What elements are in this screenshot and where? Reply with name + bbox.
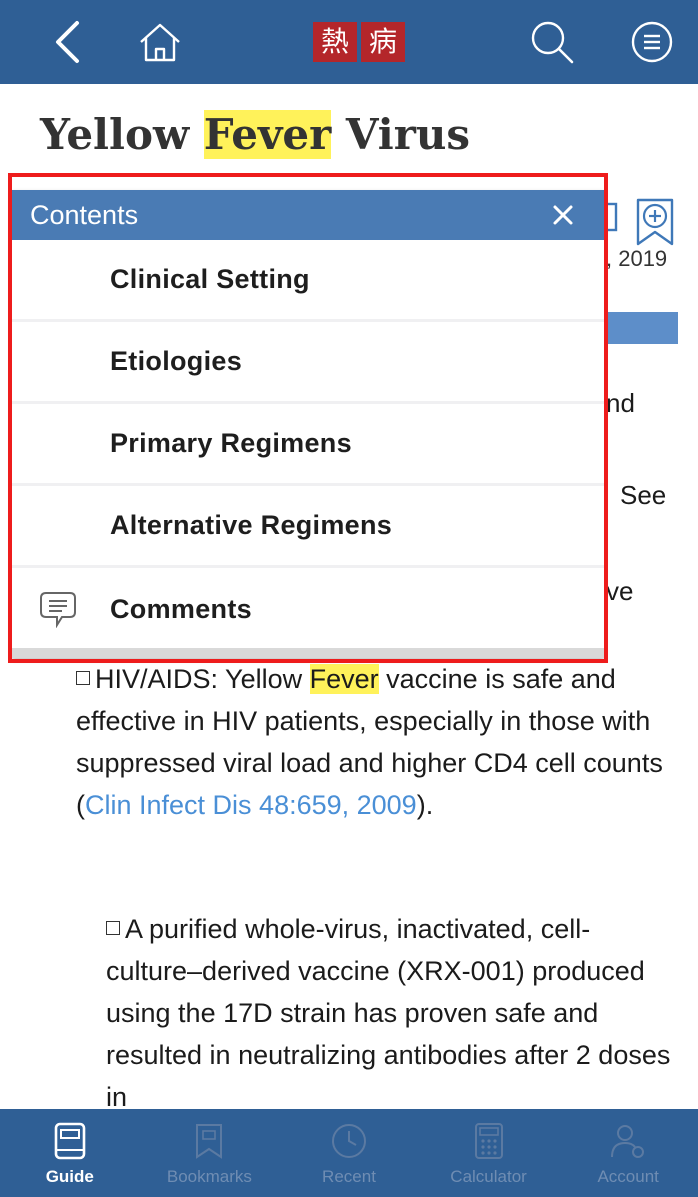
menu-button[interactable]: [626, 0, 678, 84]
page-title: Yellow Fever Virus: [40, 110, 470, 159]
add-bookmark-button[interactable]: [598, 196, 682, 253]
bullet-box: [76, 671, 90, 685]
tab-label: Recent: [322, 1167, 376, 1186]
logo-char-1: 熱: [313, 22, 357, 62]
calculator-icon: [474, 1123, 503, 1159]
back-icon: [56, 21, 79, 63]
tab-label: Calculator: [450, 1167, 527, 1186]
p1-end: ).: [416, 790, 434, 820]
title-before: Yellow: [40, 110, 204, 159]
add-bookmark-icon: [602, 198, 674, 246]
tab-label: Guide: [45, 1167, 94, 1186]
p1-highlight: Fever: [309, 664, 379, 694]
recent-icon: [331, 1124, 366, 1158]
tab-calculator[interactable]: Calculator: [419, 1109, 559, 1197]
bottom-tab-bar: Guide Bookmarks Recent Calculator Accoun…: [0, 1109, 698, 1197]
top-app-bar: 熱 病: [0, 0, 698, 84]
paragraph-vaccine: A purified whole-virus, inactivated, cel…: [106, 908, 680, 1118]
menu-icon: [631, 21, 673, 63]
tab-bookmarks[interactable]: Bookmarks: [140, 1109, 280, 1197]
highlight-frame: [8, 173, 608, 663]
citation-link[interactable]: Clin Infect Dis 48:659, 2009: [85, 790, 417, 820]
p1-before: HIV/AIDS: Yellow: [95, 664, 310, 694]
book-icon: [54, 1122, 86, 1160]
text-fragment-1: nd: [606, 388, 635, 418]
tab-label: Account: [597, 1167, 659, 1186]
p2-text: A purified whole-virus, inactivated, cel…: [106, 914, 671, 1112]
logo-char-2: 病: [361, 22, 405, 62]
title-highlight: Fever: [203, 110, 332, 159]
account-icon: [611, 1125, 645, 1158]
section-bar: [600, 312, 678, 344]
bullet-box: [106, 921, 120, 935]
bookmarks-icon: [196, 1124, 223, 1159]
home-button[interactable]: [134, 0, 186, 84]
home-icon: [140, 23, 180, 62]
text-fragment-3: ve: [606, 576, 634, 606]
app-logo: 熱 病: [313, 22, 405, 62]
tab-guide[interactable]: Guide: [0, 1109, 140, 1197]
paragraph-hiv: HIV/AIDS: Yellow Fever vaccine is safe a…: [76, 658, 676, 826]
search-button[interactable]: [526, 0, 578, 84]
search-icon: [531, 21, 574, 64]
text-fragment-2: See: [620, 480, 667, 510]
date-fragment: , 2019: [606, 246, 668, 271]
back-button[interactable]: [42, 0, 92, 84]
tab-recent[interactable]: Recent: [279, 1109, 419, 1197]
title-after: Virus: [331, 110, 471, 159]
tab-label: Bookmarks: [166, 1167, 252, 1186]
tab-account[interactable]: Account: [558, 1109, 698, 1197]
